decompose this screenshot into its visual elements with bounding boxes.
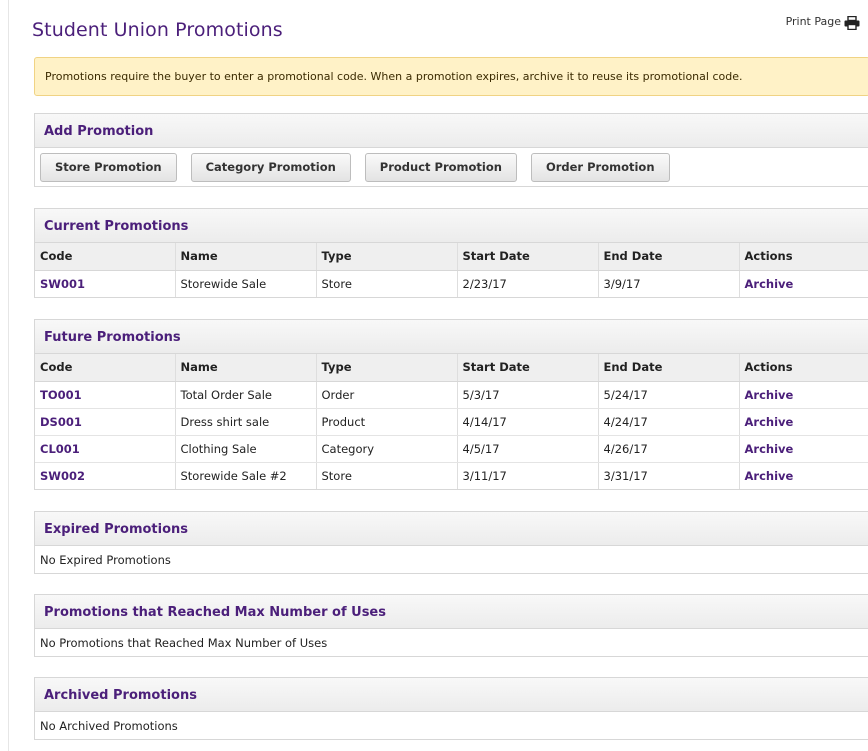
add-promotion-heading: Add Promotion	[35, 114, 868, 148]
max-uses-empty-message: No Promotions that Reached Max Number of…	[40, 636, 328, 650]
archived-promotions-panel: Archived Promotions No Archived Promotio…	[34, 677, 868, 740]
table-row: DS001 Dress shirt sale Product 4/14/17 4…	[35, 408, 868, 436]
promotion-start-date: 4/5/17	[457, 435, 599, 463]
column-header-start-date: Start Date	[457, 243, 599, 271]
column-header-name: Name	[175, 243, 317, 271]
category-promotion-button[interactable]: Category Promotion	[190, 153, 351, 182]
expired-promotions-panel: Expired Promotions No Expired Promotions	[34, 511, 868, 574]
promotion-name: Clothing Sale	[175, 435, 317, 463]
column-header-actions: Actions	[739, 243, 868, 271]
product-promotion-button[interactable]: Product Promotion	[364, 153, 517, 182]
promotion-type: Category	[316, 435, 458, 463]
add-promotion-panel: Add Promotion Store Promotion Category Pr…	[34, 113, 868, 187]
archive-link[interactable]: Archive	[745, 469, 794, 483]
future-promotions-table: Code Name Type Start Date End Date Actio…	[35, 354, 868, 489]
promotion-start-date: 3/11/17	[457, 462, 599, 489]
table-header-row: Code Name Type Start Date End Date Actio…	[35, 354, 868, 382]
column-header-type: Type	[316, 354, 458, 382]
promotion-name: Dress shirt sale	[175, 408, 317, 436]
promotion-start-date: 2/23/17	[457, 270, 599, 297]
expired-empty-message: No Expired Promotions	[40, 553, 171, 567]
archive-link[interactable]: Archive	[745, 388, 794, 402]
table-row: SW001 Storewide Sale Store 2/23/17 3/9/1…	[35, 270, 868, 297]
column-header-start-date: Start Date	[457, 354, 599, 382]
promotion-end-date: 3/31/17	[598, 462, 740, 489]
column-header-type: Type	[316, 243, 458, 271]
page-title: Student Union Promotions	[32, 19, 283, 41]
current-promotions-table: Code Name Type Start Date End Date Actio…	[35, 243, 868, 297]
add-promotion-buttons: Store Promotion Category Promotion Product…	[35, 148, 868, 186]
archived-promotions-heading: Archived Promotions	[35, 678, 868, 712]
archive-link[interactable]: Archive	[745, 277, 794, 291]
table-row: SW002 Storewide Sale #2 Store 3/11/17 3/…	[35, 462, 868, 489]
promotion-code-link[interactable]: CL001	[40, 442, 80, 456]
promotion-type: Order	[316, 381, 458, 409]
printer-icon[interactable]	[844, 16, 860, 30]
table-row: CL001 Clothing Sale Category 4/5/17 4/26…	[35, 435, 868, 463]
order-promotion-button[interactable]: Order Promotion	[530, 153, 670, 182]
promotion-name: Storewide Sale	[175, 270, 317, 297]
promotion-type: Store	[316, 462, 458, 489]
promotion-code-link[interactable]: DS001	[40, 415, 82, 429]
expired-promotions-heading: Expired Promotions	[35, 512, 868, 546]
page-frame: Student Union Promotions Print Page Prom…	[8, 0, 868, 751]
archive-link[interactable]: Archive	[745, 415, 794, 429]
archive-link[interactable]: Archive	[745, 442, 794, 456]
current-promotions-heading: Current Promotions	[35, 209, 868, 243]
max-uses-heading: Promotions that Reached Max Number of Us…	[35, 595, 868, 629]
promotion-type: Store	[316, 270, 458, 297]
future-promotions-heading: Future Promotions	[35, 320, 868, 354]
promotion-end-date: 4/24/17	[598, 408, 740, 436]
column-header-code: Code	[35, 354, 176, 382]
column-header-code: Code	[35, 243, 176, 271]
table-row: TO001 Total Order Sale Order 5/3/17 5/24…	[35, 381, 868, 409]
print-page-link[interactable]: Print Page	[786, 15, 841, 28]
column-header-actions: Actions	[739, 354, 868, 382]
column-header-end-date: End Date	[598, 354, 740, 382]
promotion-code-link[interactable]: SW001	[40, 277, 85, 291]
promotion-code-link[interactable]: SW002	[40, 469, 85, 483]
store-promotion-button[interactable]: Store Promotion	[40, 153, 177, 182]
current-promotions-panel: Current Promotions Code Name Type Start …	[34, 208, 868, 298]
column-header-end-date: End Date	[598, 243, 740, 271]
column-header-name: Name	[175, 354, 317, 382]
max-uses-panel: Promotions that Reached Max Number of Us…	[34, 594, 868, 657]
promotion-type: Product	[316, 408, 458, 436]
promotion-name: Storewide Sale #2	[175, 462, 317, 489]
promotion-start-date: 5/3/17	[457, 381, 599, 409]
future-promotions-panel: Future Promotions Code Name Type Start D…	[34, 319, 868, 490]
info-notice: Promotions require the buyer to enter a …	[34, 57, 868, 96]
promotion-end-date: 4/26/17	[598, 435, 740, 463]
promotion-end-date: 5/24/17	[598, 381, 740, 409]
promotion-name: Total Order Sale	[175, 381, 317, 409]
promotion-start-date: 4/14/17	[457, 408, 599, 436]
promotion-end-date: 3/9/17	[598, 270, 740, 297]
table-header-row: Code Name Type Start Date End Date Actio…	[35, 243, 868, 271]
promotion-code-link[interactable]: TO001	[40, 388, 82, 402]
archived-empty-message: No Archived Promotions	[40, 719, 178, 733]
